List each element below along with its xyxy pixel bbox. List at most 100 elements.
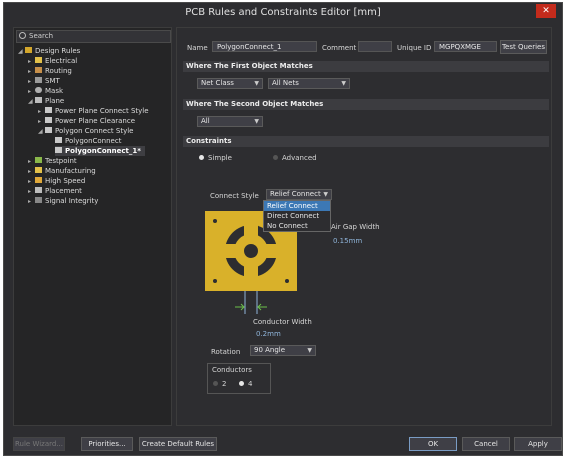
second-object-header: Where The Second Object Matches [183, 99, 549, 110]
rule-wizard-button[interactable]: Rule Wizard... [13, 437, 65, 451]
first-object-header: Where The First Object Matches [183, 61, 549, 72]
unique-id-label: Unique ID [397, 44, 432, 52]
tree-item-placement[interactable]: ▸ Placement [28, 186, 82, 196]
plane-icon [35, 97, 42, 103]
select-value: Net Class [201, 79, 234, 87]
tree-item-testpoint[interactable]: ▸ Testpoint [28, 156, 77, 166]
priorities-button[interactable]: Priorities... [81, 437, 133, 451]
mask-icon [35, 87, 42, 93]
rule-icon [45, 107, 52, 113]
tree-item-label: Design Rules [35, 47, 81, 55]
option-relief-connect[interactable]: Relief Connect [264, 201, 330, 211]
unique-id-field[interactable]: MGPQXMGE [434, 41, 497, 52]
chevron-down-icon: ▼ [323, 191, 328, 198]
chevron-down-icon: ▼ [307, 347, 312, 354]
tree-item-polygon-connect-style[interactable]: ◢ Polygon Connect Style [38, 126, 133, 136]
collapse-arrow-icon[interactable]: ◢ [38, 127, 45, 137]
arrow-left-icon [257, 303, 267, 311]
radio-selected-icon [199, 154, 204, 160]
first-object-type-select[interactable]: Net Class ▼ [197, 78, 263, 89]
chevron-down-icon: ▼ [254, 80, 259, 87]
tree-item-plane[interactable]: ◢ Plane [28, 96, 64, 106]
advanced-radio[interactable]: Advanced [273, 154, 317, 163]
chevron-down-icon: ▼ [254, 118, 259, 125]
simple-radio[interactable]: Simple [199, 154, 232, 163]
select-value: All [201, 117, 210, 125]
option-no-connect[interactable]: No Connect [264, 221, 330, 231]
second-object-type-select[interactable]: All ▼ [197, 116, 263, 127]
tree-item-power-plane-clearance[interactable]: ▸ Power Plane Clearance [38, 116, 135, 126]
tree-item-label: Testpoint [45, 157, 77, 165]
tree-item-label: Placement [45, 187, 82, 195]
tree-item-routing[interactable]: ▸ Routing [28, 66, 72, 76]
apply-button[interactable]: Apply [514, 437, 562, 451]
air-gap-value[interactable]: 0.15mm [333, 237, 362, 245]
tree-item-smt[interactable]: ▸ SMT [28, 76, 60, 86]
via-dot [213, 219, 217, 223]
collapse-arrow-icon[interactable]: ◢ [28, 97, 35, 107]
rule-detail-pane: Name PolygonConnect_1 Comment Unique ID … [176, 27, 552, 426]
high-speed-icon [35, 177, 42, 183]
radio-unselected-icon [273, 154, 278, 160]
option-label: 2 [222, 380, 227, 388]
rules-editor-window: PCB Rules and Constraints Editor [mm] ✕ … [3, 2, 563, 456]
pad-hole [244, 244, 258, 258]
tree-item-high-speed[interactable]: ▸ High Speed [28, 176, 85, 186]
manufacturing-icon [35, 167, 42, 173]
tree-item-label: Polygon Connect Style [55, 127, 134, 135]
ok-button[interactable]: OK [409, 437, 457, 451]
tree-item-label: Power Plane Connect Style [55, 107, 149, 115]
conductors-4-radio[interactable]: 4 [239, 380, 252, 389]
tree-item-label: Power Plane Clearance [55, 117, 136, 125]
collapse-arrow-icon[interactable]: ◢ [18, 47, 25, 57]
rule-icon [45, 127, 52, 133]
window-title: PCB Rules and Constraints Editor [mm] [4, 3, 562, 23]
tree-item-polygonconnect-1[interactable]: PolygonConnect_1* [55, 146, 145, 156]
electrical-icon [35, 57, 42, 63]
conductors-label: Conductors [212, 366, 252, 374]
tree-item-power-plane-connect-style[interactable]: ▸ Power Plane Connect Style [38, 106, 149, 116]
comment-field[interactable] [358, 41, 392, 52]
search-input[interactable]: Search [16, 30, 171, 43]
conductor-width-label: Conductor Width [253, 318, 312, 326]
expand-arrow-icon[interactable]: ▸ [28, 197, 35, 207]
rule-icon [55, 137, 62, 143]
search-placeholder: Search [29, 32, 54, 40]
conductors-2-radio[interactable]: 2 [213, 380, 226, 389]
tree-item-label: SMT [45, 77, 60, 85]
connect-style-select[interactable]: Relief Connect ▼ [266, 189, 332, 200]
connect-style-label: Connect Style [210, 192, 259, 200]
via-dot [213, 279, 217, 283]
tree-item-label: Electrical [45, 57, 78, 65]
advanced-label: Advanced [282, 154, 317, 162]
name-field[interactable]: PolygonConnect_1 [212, 41, 317, 52]
tree-item-mask[interactable]: ▸ Mask [28, 86, 63, 96]
first-object-value-select[interactable]: All Nets ▼ [268, 78, 350, 89]
conductor-width-value[interactable]: 0.2mm [256, 330, 281, 338]
radio-selected-icon [239, 380, 244, 386]
test-queries-button[interactable]: Test Queries [500, 40, 547, 54]
rotation-label: Rotation [211, 348, 241, 356]
option-direct-connect[interactable]: Direct Connect [264, 211, 330, 221]
chevron-down-icon: ▼ [341, 80, 346, 87]
tree-item-signal-integrity[interactable]: ▸ Signal Integrity [28, 196, 98, 206]
arrow-right-icon [235, 303, 245, 311]
tree-item-label: Manufacturing [45, 167, 96, 175]
create-default-rules-button[interactable]: Create Default Rules [139, 437, 217, 451]
tree-item-polygonconnect[interactable]: PolygonConnect [55, 136, 121, 146]
routing-icon [35, 67, 42, 73]
tree-item-electrical[interactable]: ▸ Electrical [28, 56, 77, 66]
tree-item-label: High Speed [45, 177, 86, 185]
constraints-header: Constraints [183, 136, 549, 147]
tree-item-label: Plane [45, 97, 65, 105]
tree-item-design-rules[interactable]: ◢ Design Rules [18, 46, 80, 56]
rotation-select[interactable]: 90 Angle ▼ [250, 345, 316, 356]
simple-label: Simple [208, 154, 232, 162]
connect-style-dropdown: Relief Connect Direct Connect No Connect [263, 200, 331, 232]
search-icon [19, 31, 26, 39]
tree-item-manufacturing[interactable]: ▸ Manufacturing [28, 166, 96, 176]
rule-icon [55, 147, 62, 153]
close-button[interactable]: ✕ [536, 4, 556, 18]
tree-item-label: Routing [45, 67, 72, 75]
cancel-button[interactable]: Cancel [462, 437, 510, 451]
